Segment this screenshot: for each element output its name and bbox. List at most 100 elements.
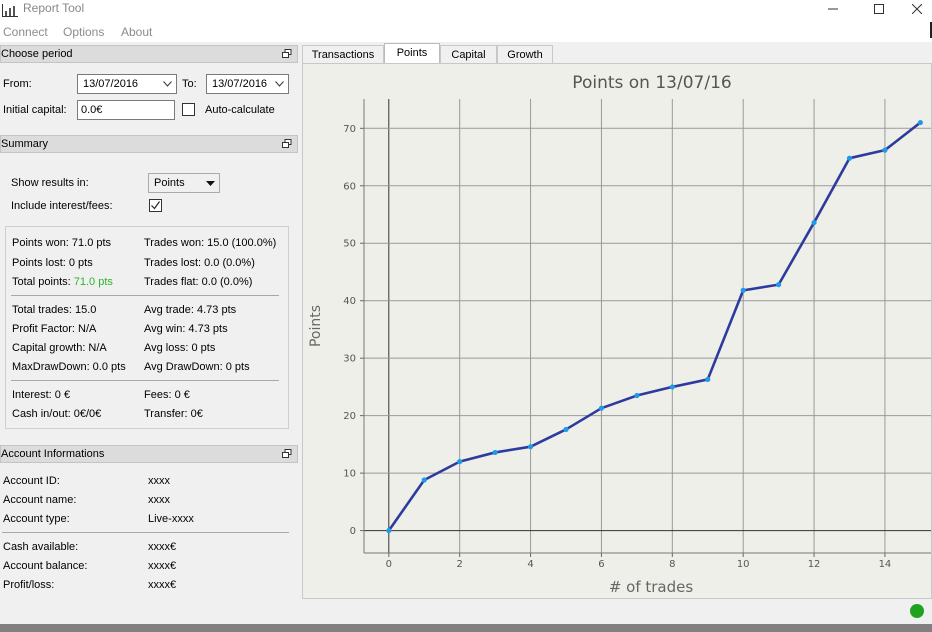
total-points-label: Total points: (12, 276, 74, 288)
avg-win-stat: Avg win: 4.73 pts (144, 323, 228, 335)
report-tool-window: Report Tool Connect Options About Choose… (0, 0, 932, 624)
tab-growth[interactable]: Growth (497, 45, 553, 64)
summary-divider (11, 295, 279, 296)
dropdown-arrow-icon (206, 181, 215, 186)
initial-capital-input[interactable]: 0.0€ (77, 100, 175, 120)
account-info-title: Account Informations (1, 448, 105, 460)
from-date-value: 13/07/2016 (83, 78, 139, 90)
menu-connect[interactable]: Connect (3, 25, 48, 39)
interest-stat: Interest: 0 € (12, 389, 71, 401)
account-id-label: Account ID: (3, 475, 60, 487)
x-tick-label: 2 (456, 559, 462, 570)
data-point (563, 426, 569, 433)
account-name-label: Account name: (3, 494, 77, 506)
y-tick-label: 40 (343, 296, 356, 307)
checkmark-icon (151, 201, 160, 210)
x-tick-label: 12 (808, 559, 821, 570)
chevron-down-icon (163, 81, 172, 87)
float-panel-icon[interactable] (282, 49, 292, 59)
chart-title: Points on 13/07/16 (572, 73, 731, 93)
from-date-picker[interactable]: 13/07/2016 (77, 74, 177, 94)
capital-growth-stat: Capital growth: N/A (12, 342, 107, 354)
points-chart: Points on 13/07/16 # of trades Points 0 2… (303, 64, 931, 598)
data-point (776, 282, 782, 288)
data-point (740, 287, 746, 293)
x-tick-label: 10 (737, 559, 750, 570)
y-tick-label: 0 (350, 526, 356, 537)
trades-lost-stat: Trades lost: 0.0 (0.0%) (144, 257, 255, 269)
avg-loss-stat: Avg loss: 0 pts (144, 342, 216, 354)
y-tick-label: 50 (343, 239, 356, 250)
transfer-stat: Transfer: 0€ (144, 408, 203, 420)
data-point (457, 459, 463, 465)
points-won-stat: Points won: 71.0 pts (12, 237, 112, 249)
menu-bar: Connect Options About (0, 22, 932, 42)
account-balance-label: Account balance: (3, 560, 88, 572)
account-type-value: Live-xxxx (148, 513, 194, 525)
minimize-button[interactable] (810, 0, 856, 18)
y-tick-label: 10 (343, 469, 356, 480)
trades-flat-stat: Trades flat: 0.0 (0.0%) (144, 276, 253, 288)
window-title: Report Tool (23, 1, 85, 15)
from-label: From: (3, 78, 32, 90)
y-tick-label: 30 (343, 354, 356, 365)
close-button[interactable] (902, 0, 932, 18)
total-trades-stat: Total trades: 15.0 (12, 304, 97, 316)
float-panel-icon[interactable] (282, 449, 292, 459)
data-point (705, 376, 711, 383)
x-tick-label: 14 (879, 559, 892, 570)
float-panel-icon[interactable] (282, 139, 292, 149)
profit-factor-stat: Profit Factor: N/A (12, 323, 97, 335)
auto-calculate-checkbox[interactable] (182, 103, 195, 116)
to-date-picker[interactable]: 13/07/2016 (206, 74, 289, 94)
account-balance-value: xxxx€ (148, 560, 177, 572)
trades-won-stat: Trades won: 15.0 (100.0%) (144, 237, 277, 249)
tab-transactions[interactable]: Transactions (302, 45, 384, 64)
summary-header: Summary (0, 135, 298, 153)
total-points-value: 71.0 pts (73, 276, 113, 288)
cash-available-label: Cash available: (3, 541, 79, 553)
data-point (634, 392, 640, 399)
avg-drawdown-stat: Avg DrawDown: 0 pts (144, 361, 250, 373)
data-point (917, 119, 923, 126)
x-tick-label: 0 (386, 559, 392, 570)
y-tick-label: 60 (343, 181, 356, 192)
account-id-value: xxxx (148, 475, 170, 487)
include-interest-label: Include interest/fees: (11, 200, 113, 212)
show-results-label: Show results in: (11, 177, 89, 189)
chart-app-icon (2, 4, 18, 17)
close-icon (912, 4, 922, 14)
avg-trade-stat: Avg trade: 4.73 pts (144, 304, 237, 316)
initial-capital-label: Initial capital: (3, 104, 67, 116)
cash-in-out-stat: Cash in/out: 0€/0€ (12, 408, 102, 420)
y-tick-label: 20 (343, 411, 356, 422)
account-divider (2, 532, 289, 533)
account-type-label: Account type: (3, 513, 70, 525)
show-results-select[interactable]: Points (148, 173, 220, 193)
to-label: To: (182, 78, 197, 90)
data-point (669, 384, 675, 390)
tab-points[interactable]: Points (384, 43, 440, 65)
fees-stat: Fees: 0 € (144, 389, 190, 401)
total-points-stat: Total points: 71.0 pts (12, 276, 113, 288)
account-name-value: xxxx (148, 494, 170, 506)
x-tick-label: 4 (527, 559, 533, 570)
title-bar: Report Tool (0, 0, 932, 22)
include-interest-checkbox[interactable] (149, 199, 162, 212)
profit-loss-value: xxxx€ (148, 579, 177, 591)
data-point (421, 477, 427, 483)
y-tick-label: 70 (343, 124, 356, 135)
data-point (882, 147, 888, 153)
status-bar (0, 599, 932, 624)
y-axis-label: Points (308, 305, 324, 347)
maximize-icon (874, 4, 884, 14)
menu-options[interactable]: Options (63, 25, 104, 39)
menu-about[interactable]: About (121, 25, 152, 39)
tab-capital[interactable]: Capital (440, 45, 497, 64)
cash-available-value: xxxx€ (148, 541, 177, 553)
profit-loss-label: Profit/loss: (3, 579, 55, 591)
points-lost-stat: Points lost: 0 pts (12, 257, 93, 269)
summary-title: Summary (1, 138, 49, 150)
maximize-button[interactable] (856, 0, 902, 18)
auto-calculate-label: Auto-calculate (205, 104, 275, 116)
